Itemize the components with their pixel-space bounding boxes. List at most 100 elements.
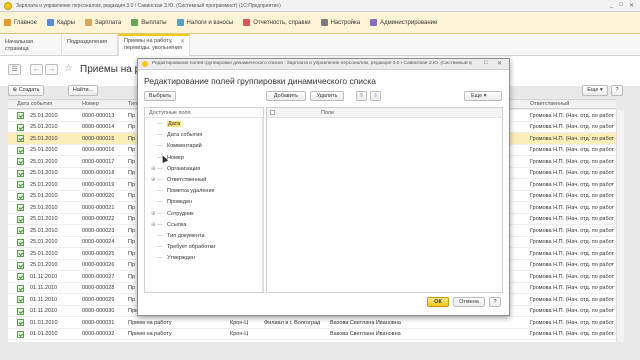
cancel-button[interactable]: Отмена [453,297,485,307]
posted-document-icon [17,146,24,154]
fields-scrollbar[interactable] [262,118,264,292]
cell-date: 01.11.2010 [30,308,58,314]
move-up-button[interactable]: ⇧ [356,91,367,101]
menu-item-payments[interactable]: Выплаты [131,19,167,26]
cell-number: 0000-000029 [82,296,115,303]
dialog-help-button[interactable]: ? [489,297,501,307]
posted-document-icon [17,112,24,119]
cell-number: 0000-000032 [82,331,115,337]
cell-type: Пр [128,170,136,176]
cell-responsible: Громова Н.П. (Нач. отд. по работ... [530,250,614,257]
cell-date: 25.01.2010 [30,124,58,130]
move-down-button[interactable]: ⇩ [370,91,381,101]
dialog-maximize-icon[interactable]: □ [484,60,488,66]
select-button[interactable]: Выбрать [144,91,176,101]
ok-button[interactable]: ОК [427,297,449,307]
more-button[interactable]: Еще ▾ [582,85,608,96]
cell-type: Пр [128,124,136,130]
menu-item-reports[interactable]: Отчетность, справки [243,19,311,26]
cell-number: 0000-000031 [82,319,115,326]
payments-icon [131,19,139,26]
field-icon: — [157,121,163,127]
field-item[interactable]: — Требует обработки [151,243,215,252]
cell-number: 0000-000014 [82,124,115,130]
column-number[interactable]: Номер [82,101,99,107]
cell-type: Пр [128,112,136,119]
favorite-star-icon[interactable]: ☆ [64,63,73,74]
field-item[interactable]: ⊕— Организация [151,165,200,174]
field-icon: — [157,233,163,239]
field-icon: — [157,244,163,251]
cell-number: 0000-000027 [82,273,115,280]
forward-button[interactable]: → [45,64,58,75]
field-item[interactable]: — Утвержден [151,254,195,263]
field-icon: — [157,165,163,172]
field-item[interactable]: ⊕— Сотрудник [151,210,194,219]
cell-date: 01.11.2010 [30,285,58,291]
salary-icon [84,19,92,26]
field-icon: — [157,255,163,262]
tab-departments[interactable]: Подразделения [62,34,118,56]
select-all-checkbox[interactable] [270,110,275,115]
help-button[interactable]: ? [611,85,623,96]
field-item[interactable]: — Дата события [151,131,202,140]
cell-responsible: Громова Н.П. (Нач. отд. по работ... [530,319,614,326]
close-icon[interactable]: ✕ [629,2,634,9]
list-scrollbar[interactable] [616,110,624,342]
app-logo-icon [4,1,12,10]
posted-document-icon [17,273,24,280]
menu-dropdown-button[interactable]: ☰ [8,64,21,75]
cell-number: 0000-000017 [82,158,115,165]
cell-type: Пр [128,216,136,222]
cell-date: 25.01.2010 [30,193,58,199]
menu-item-main[interactable]: Главное [4,19,37,26]
field-item[interactable]: — Комментарий [151,142,202,151]
field-item[interactable]: — Тип документа [151,232,205,241]
tab-home[interactable]: Начальная страница [0,34,62,56]
back-button[interactable]: ← [30,64,43,75]
cell-date: 25.01.2010 [30,158,58,165]
find-button[interactable]: Найти... [68,85,98,96]
cell-employee: Вахова Светлана Ивановна [330,319,401,326]
window-titlebar: Зарплата и управление персоналом, редакц… [0,0,640,12]
field-item[interactable]: — Пометка удаления [151,187,215,196]
cell-number: 0000-000028 [82,285,115,291]
cell-responsible: Громова Н.П. (Нач. отд. по работ... [530,124,614,130]
create-button[interactable]: ⊕ Создать [8,85,44,96]
cell-date: 25.01.2010 [30,239,58,245]
minimize-icon[interactable]: _ [610,2,613,9]
cell-number: 0000-000021 [82,204,115,211]
tab-close-icon[interactable]: ✕ [180,38,185,45]
cell-responsible: Громова Н.П. (Нач. отд. по работ... [530,216,614,222]
field-item[interactable]: ⊕— Ссылка [151,221,186,230]
table-row[interactable]: 01.01.2010 0000-000032 Прием на работу Крон… [8,329,616,340]
column-type[interactable]: Тип [128,101,137,107]
cell-date: 25.01.2010 [30,204,58,211]
field-item[interactable]: ⊕— Ответственный [151,176,206,185]
remove-button[interactable]: Удалить [310,91,344,101]
cell-type: Пр [128,204,136,211]
field-item[interactable]: — Дата [151,120,182,129]
add-button[interactable]: Добавить [266,91,306,101]
menu-item-admin[interactable]: Администрирование [370,19,437,26]
column-responsible[interactable]: Ответственный [530,101,569,107]
table-row[interactable]: 01.01.2010 0000-000031 Прием на работу Крон… [8,317,616,329]
field-label: Дата [167,121,182,127]
menu-item-taxes[interactable]: Налоги и взносы [176,19,233,26]
menu-item-staff[interactable]: Кадры [46,19,75,26]
field-item[interactable]: — Проведен [151,198,192,207]
cell-type: Пр [128,296,136,303]
menu-item-settings[interactable]: Настройка [320,19,360,26]
taxes-icon [176,19,184,26]
menu-item-salary[interactable]: Зарплата [84,19,121,26]
dialog-close-icon[interactable]: ✕ [497,60,502,67]
cell-type: Пр [128,227,136,234]
maximize-icon[interactable]: □ [619,2,623,9]
cell-number: 0000-000013 [82,112,115,119]
column-date[interactable]: Дата события [17,101,52,107]
cell-type: Пр [128,285,136,291]
cell-date: 25.01.2010 [30,250,58,257]
dialog-more-button[interactable]: Еще ▾ [464,91,502,101]
cell-responsible: Громова Н.П. (Нач. отд. по работ... [530,193,614,199]
cell-number: 0000-000015 [82,135,115,142]
